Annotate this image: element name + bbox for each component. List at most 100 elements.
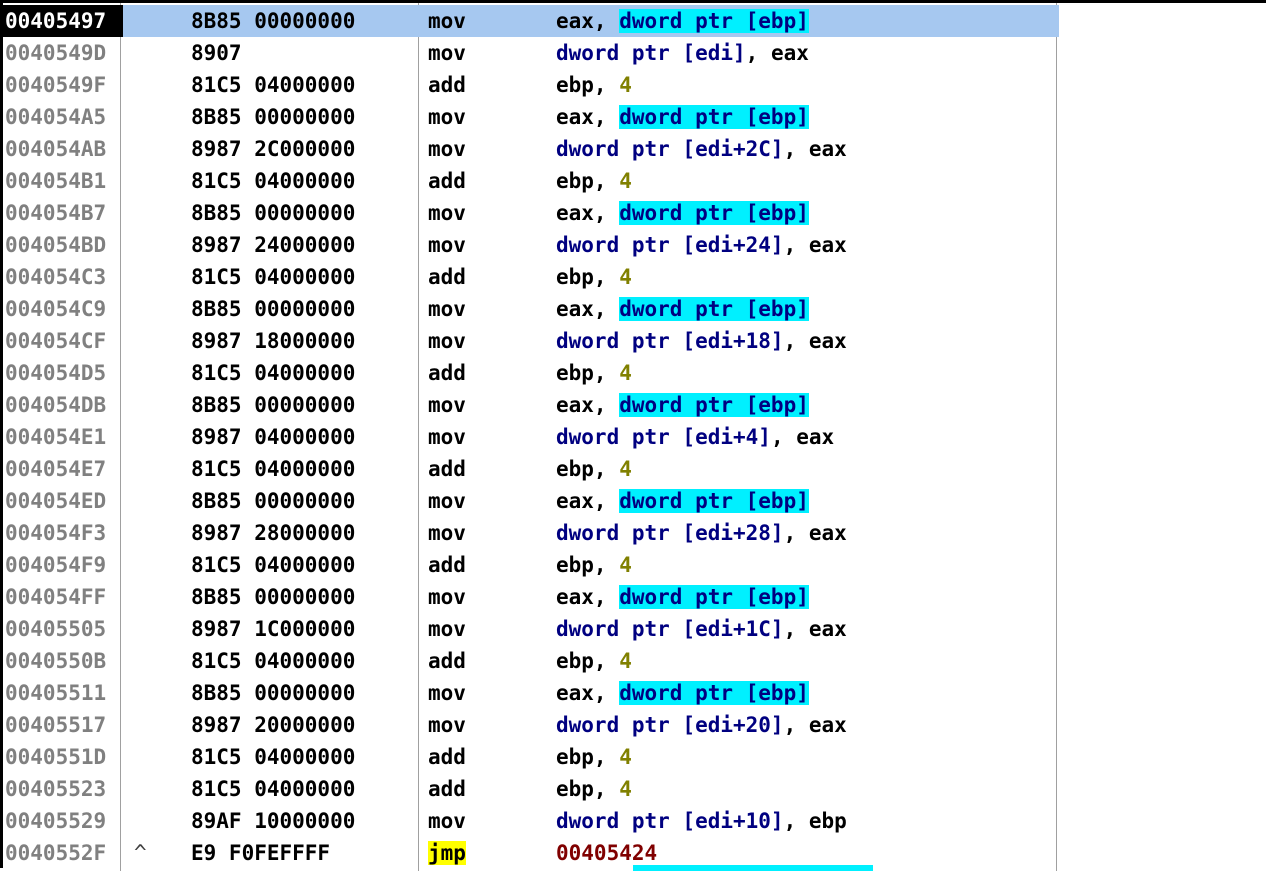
opcode-bytes-cell[interactable]: 81C5 04000000 xyxy=(191,453,416,485)
opcode-bytes-cell[interactable]: 81C5 04000000 xyxy=(191,741,416,773)
operands-cell[interactable]: eax, dword ptr [ebp] xyxy=(556,5,1056,37)
instruction-row[interactable]: 004054F9 81C5 04000000 add ebp, 4 xyxy=(3,549,1266,581)
opcode-bytes-cell[interactable]: E9 F0FEFFFF xyxy=(191,837,416,869)
operands-cell[interactable]: ebp, 4 xyxy=(556,453,1056,485)
address-cell[interactable]: 004054C3 xyxy=(3,261,123,293)
address-cell[interactable]: 004054CF xyxy=(3,325,123,357)
opcode-bytes-cell[interactable]: 8B85 00000000 xyxy=(191,5,416,37)
operands-cell[interactable]: dword ptr [edi+20], eax xyxy=(556,709,1056,741)
operands-cell[interactable]: ebp, 4 xyxy=(556,357,1056,389)
operands-cell[interactable]: dword ptr [edi+24], eax xyxy=(556,229,1056,261)
operands-cell[interactable]: dword ptr [edi+4], eax xyxy=(556,421,1056,453)
opcode-bytes-cell[interactable]: 8B85 00000000 xyxy=(191,197,416,229)
mnemonic-cell[interactable]: add xyxy=(428,773,538,805)
mnemonic-cell[interactable]: mov xyxy=(428,517,538,549)
opcode-bytes-cell[interactable]: 8987 1C000000 xyxy=(191,613,416,645)
instruction-row[interactable]: 004054ED 8B85 00000000 mov eax, dword ptr [… xyxy=(3,485,1266,517)
disassembly-pane[interactable]: 00405497 8B85 00000000 mov eax, dword ptr [… xyxy=(0,0,1266,871)
operands-cell[interactable]: ebp, 4 xyxy=(556,773,1056,805)
instruction-row[interactable]: 0040549D 8907 mov dword ptr [edi], eax xyxy=(3,37,1266,69)
address-cell[interactable]: 004054A5 xyxy=(3,101,123,133)
opcode-bytes-cell[interactable]: 81C5 04000000 xyxy=(191,69,416,101)
jump-target-link[interactable]: 00405424 xyxy=(556,841,657,865)
opcode-bytes-cell[interactable]: 8B85 00000000 xyxy=(191,581,416,613)
instruction-row[interactable]: 004054E1 8987 04000000 mov dword ptr [edi+4… xyxy=(3,421,1266,453)
instruction-row[interactable]: 0040551D 81C5 04000000 add ebp, 4 xyxy=(3,741,1266,773)
instruction-row[interactable]: 004054C3 81C5 04000000 add ebp, 4 xyxy=(3,261,1266,293)
address-cell[interactable]: 00405517 xyxy=(3,709,123,741)
mnemonic-cell[interactable]: mov xyxy=(428,805,538,837)
address-cell[interactable]: 004054E1 xyxy=(3,421,123,453)
address-cell[interactable]: 004054B1 xyxy=(3,165,123,197)
operands-cell[interactable]: eax, dword ptr [ebp] xyxy=(556,389,1056,421)
mnemonic-cell[interactable]: mov xyxy=(428,101,538,133)
mnemonic-cell[interactable]: mov xyxy=(428,293,538,325)
address-cell[interactable]: 004054F3 xyxy=(3,517,123,549)
instruction-row[interactable]: 004054A5 8B85 00000000 mov eax, dword ptr [… xyxy=(3,101,1266,133)
opcode-bytes-cell[interactable]: 8987 04000000 xyxy=(191,421,416,453)
instruction-row[interactable]: 004054F3 8987 28000000 mov dword ptr [edi+2… xyxy=(3,517,1266,549)
opcode-bytes-cell[interactable]: 81C5 04000000 xyxy=(191,645,416,677)
mnemonic-cell[interactable]: mov xyxy=(428,133,538,165)
mnemonic-cell[interactable]: add xyxy=(428,357,538,389)
instruction-row[interactable]: 00405517 8987 20000000 mov dword ptr [edi+2… xyxy=(3,709,1266,741)
operands-cell[interactable]: dword ptr [edi+18], eax xyxy=(556,325,1056,357)
opcode-bytes-cell[interactable]: 8B85 00000000 xyxy=(191,677,416,709)
operands-cell[interactable]: eax, dword ptr [ebp] xyxy=(556,581,1056,613)
mnemonic-cell[interactable]: mov xyxy=(428,197,538,229)
mnemonic-cell[interactable]: add xyxy=(428,261,538,293)
address-cell[interactable]: 004054F9 xyxy=(3,549,123,581)
operands-cell[interactable]: ebp, 4 xyxy=(556,549,1056,581)
mnemonic-cell[interactable]: mov xyxy=(428,613,538,645)
address-cell[interactable]: 004054E7 xyxy=(3,453,123,485)
instruction-row[interactable]: 0040550B 81C5 04000000 add ebp, 4 xyxy=(3,645,1266,677)
opcode-bytes-cell[interactable]: 8987 18000000 xyxy=(191,325,416,357)
opcode-bytes-cell[interactable]: 8B85 00000000 xyxy=(191,101,416,133)
mnemonic-cell[interactable]: mov xyxy=(428,229,538,261)
address-cell[interactable]: 004054BD xyxy=(3,229,123,261)
opcode-bytes-cell[interactable]: 8987 24000000 xyxy=(191,229,416,261)
instruction-row-selected[interactable]: 00405497 8B85 00000000 mov eax, dword ptr [… xyxy=(3,5,1266,37)
opcode-bytes-cell[interactable]: 8B85 00000000 xyxy=(191,293,416,325)
operands-cell[interactable]: ebp, 4 xyxy=(556,165,1056,197)
address-cell[interactable]: 004054C9 xyxy=(3,293,123,325)
instruction-row[interactable]: 004054AB 8987 2C000000 mov dword ptr [edi+2… xyxy=(3,133,1266,165)
mnemonic-cell[interactable]: mov xyxy=(428,325,538,357)
opcode-bytes-cell[interactable]: 81C5 04000000 xyxy=(191,357,416,389)
instruction-row[interactable]: 004054B7 8B85 00000000 mov eax, dword ptr [… xyxy=(3,197,1266,229)
instruction-row[interactable]: 00405511 8B85 00000000 mov eax, dword ptr [… xyxy=(3,677,1266,709)
opcode-bytes-cell[interactable]: 89AF 10000000 xyxy=(191,805,416,837)
instruction-row[interactable]: 004054BD 8987 24000000 mov dword ptr [edi+2… xyxy=(3,229,1266,261)
address-cell[interactable]: 004054FF xyxy=(3,581,123,613)
operands-cell[interactable]: dword ptr [edi], eax xyxy=(556,37,1056,69)
operands-cell[interactable]: eax, dword ptr [ebp] xyxy=(556,677,1056,709)
operands-cell[interactable]: ebp, 4 xyxy=(556,645,1056,677)
address-cell[interactable]: 00405523 xyxy=(3,773,123,805)
instruction-row[interactable]: 004054FF 8B85 00000000 mov eax, dword ptr [… xyxy=(3,581,1266,613)
mnemonic-cell[interactable]: add xyxy=(428,69,538,101)
mnemonic-cell[interactable]: mov xyxy=(428,581,538,613)
instruction-row[interactable]: 00405505 8987 1C000000 mov dword ptr [edi+1… xyxy=(3,613,1266,645)
address-cell[interactable]: 00405529 xyxy=(3,805,123,837)
opcode-bytes-cell[interactable]: 8987 20000000 xyxy=(191,709,416,741)
opcode-bytes-cell[interactable]: 81C5 04000000 xyxy=(191,165,416,197)
instruction-row[interactable]: 004054B1 81C5 04000000 add ebp, 4 xyxy=(3,165,1266,197)
instruction-row[interactable]: 004054D5 81C5 04000000 add ebp, 4 xyxy=(3,357,1266,389)
address-cell[interactable]: 004054B7 xyxy=(3,197,123,229)
operands-cell[interactable]: ebp, 4 xyxy=(556,741,1056,773)
address-cell[interactable]: 00405511 xyxy=(3,677,123,709)
instruction-row[interactable]: 00405523 81C5 04000000 add ebp, 4 xyxy=(3,773,1266,805)
mnemonic-cell[interactable]: add xyxy=(428,741,538,773)
address-cell[interactable]: 004054DB xyxy=(3,389,123,421)
instruction-row[interactable]: 004054DB 8B85 00000000 mov eax, dword ptr [… xyxy=(3,389,1266,421)
address-cell[interactable]: 004054AB xyxy=(3,133,123,165)
opcode-bytes-cell[interactable]: 8B85 00000000 xyxy=(191,389,416,421)
opcode-bytes-cell[interactable]: 8987 2C000000 xyxy=(191,133,416,165)
instruction-row[interactable]: 004054C9 8B85 00000000 mov eax, dword ptr [… xyxy=(3,293,1266,325)
instruction-row[interactable]: 004054CF 8987 18000000 mov dword ptr [edi+1… xyxy=(3,325,1266,357)
address-cell[interactable]: 0040550B xyxy=(3,645,123,677)
mnemonic-cell[interactable]: add xyxy=(428,549,538,581)
address-cell[interactable]: 004054D5 xyxy=(3,357,123,389)
opcode-bytes-cell[interactable]: 8987 28000000 xyxy=(191,517,416,549)
mnemonic-cell[interactable]: mov xyxy=(428,709,538,741)
